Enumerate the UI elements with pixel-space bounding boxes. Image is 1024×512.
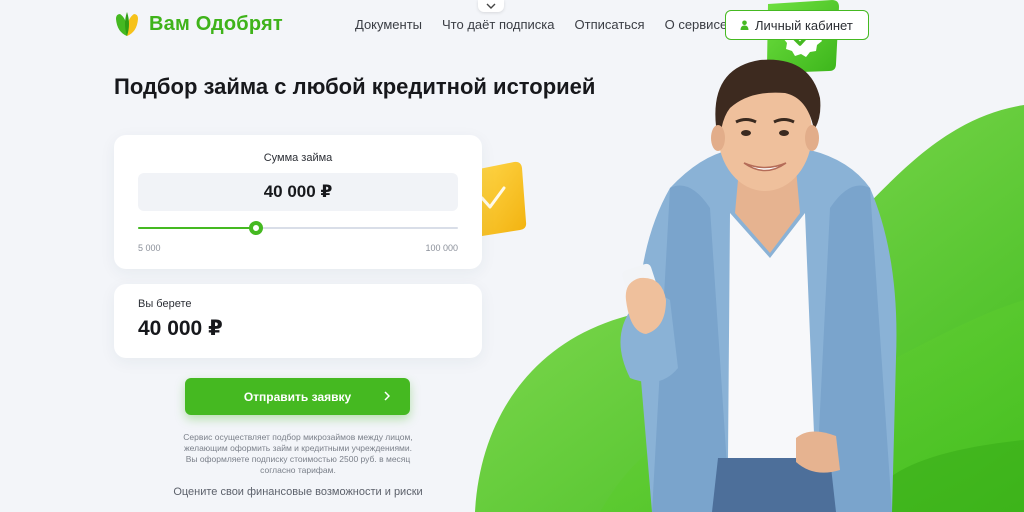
nav-about[interactable]: О сервисе — [665, 17, 728, 32]
result-value: 40 000 ₽ — [138, 317, 223, 340]
amount-value[interactable]: 40 000 ₽ — [138, 173, 458, 211]
collapse-tab[interactable] — [478, 0, 504, 12]
nav-unsubscribe[interactable]: Отписаться — [575, 17, 645, 32]
submit-application-button[interactable]: Отправить заявку — [185, 378, 410, 415]
slider-fill — [138, 227, 256, 229]
leaf-logo-icon — [116, 12, 138, 36]
logo[interactable]: Вам Одобрят — [113, 10, 283, 38]
amount-slider[interactable] — [138, 221, 458, 235]
chevron-right-icon — [384, 391, 390, 401]
result-label: Вы берете — [138, 298, 192, 310]
service-disclaimer: Сервис осуществляет подбор микрозаймов м… — [183, 432, 413, 475]
cabinet-button[interactable]: Личный кабинет — [725, 10, 869, 40]
loan-result-card: Вы берете 40 000 ₽ — [114, 284, 482, 358]
nav-subscription-benefits[interactable]: Что даёт подписка — [442, 17, 555, 32]
cabinet-button-label: Личный кабинет — [755, 17, 853, 33]
landing-page: Вам Одобрят Документы Что даёт подписка … — [0, 0, 1024, 512]
hero-person-image — [620, 59, 897, 512]
amount-label: Сумма займа — [263, 152, 333, 164]
slider-thumb[interactable] — [248, 221, 263, 235]
chevron-down-icon — [486, 3, 496, 9]
page-title: Подбор займа с любой кредитной историей — [114, 74, 596, 99]
range-max-label: 100 000 — [425, 243, 458, 253]
loan-amount-card: Сумма займа 40 000 ₽ 5 000 100 000 — [114, 135, 482, 269]
assess-risks-link[interactable]: Оцените свои финансовые возможности и ри… — [114, 486, 482, 498]
user-icon — [740, 20, 749, 30]
nav-documents[interactable]: Документы — [355, 17, 422, 32]
main-nav: Документы Что даёт подписка Отписаться О… — [355, 17, 727, 32]
logo-text: Вам Одобрят — [149, 12, 283, 35]
range-min-label: 5 000 — [138, 243, 161, 253]
submit-button-label: Отправить заявку — [243, 389, 352, 404]
